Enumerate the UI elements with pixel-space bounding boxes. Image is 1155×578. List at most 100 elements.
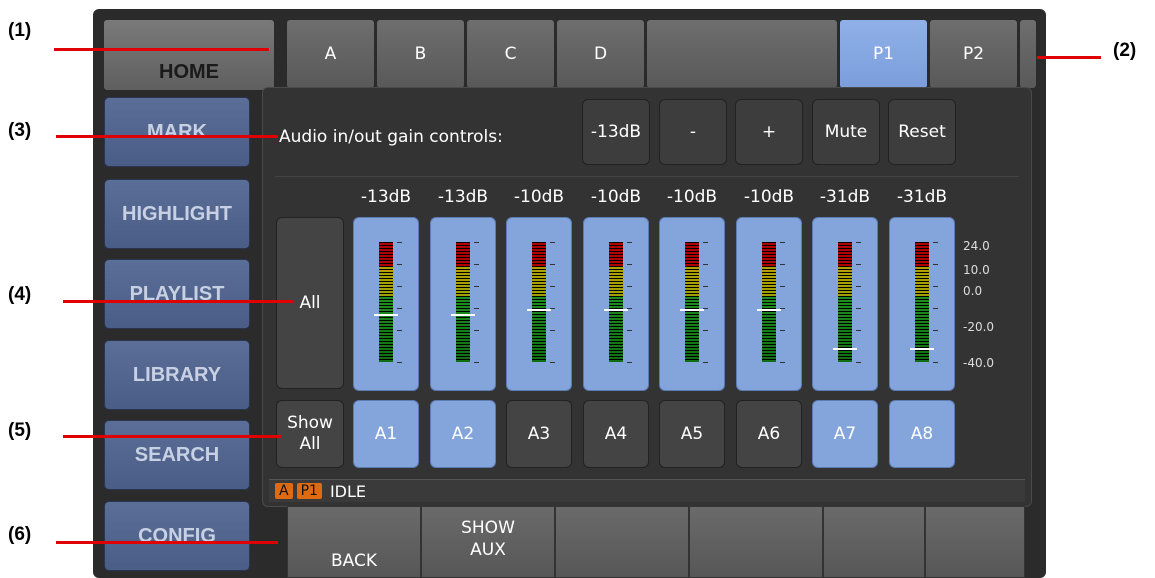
meter-bar (532, 242, 546, 362)
meter-tick (933, 264, 938, 265)
channel-button-a1[interactable]: A1 (353, 400, 419, 468)
show-aux-button[interactable]: SHOW AUX (421, 506, 555, 578)
footer-empty-2 (689, 506, 823, 578)
footer-empty-1 (555, 506, 689, 578)
meter-tick (474, 242, 479, 243)
meter-tick (474, 264, 479, 265)
show-all-line2: All (299, 434, 321, 454)
callout-3: (3) (8, 120, 32, 141)
meter-bar (762, 242, 776, 362)
sidebar-item-playlist[interactable]: PLAYLIST (104, 259, 250, 329)
mute-button[interactable]: Mute (812, 99, 880, 165)
reset-button[interactable]: Reset (888, 99, 956, 165)
meter-tick (397, 264, 402, 265)
all-channels-button[interactable]: All (276, 217, 344, 389)
meter-tick (856, 330, 861, 331)
show-all-button[interactable]: Show All (276, 400, 344, 468)
status-badge-a: A (275, 483, 293, 499)
meter-tick (703, 362, 708, 363)
meter-tick (550, 330, 555, 331)
callout-4: (4) (8, 284, 32, 305)
channel-button-a5[interactable]: A5 (659, 400, 725, 468)
gain-controls-label: Audio in/out gain controls: (279, 127, 503, 147)
meter-tick (474, 362, 479, 363)
meter-tick (780, 286, 785, 287)
meter-bar (915, 242, 929, 362)
meter-a1[interactable] (353, 217, 419, 391)
meter-tick (627, 286, 632, 287)
meter-tick (780, 330, 785, 331)
status-badge-p1: P1 (296, 483, 322, 499)
meter-a2[interactable] (430, 217, 496, 391)
meter-tick (550, 362, 555, 363)
audio-panel: Audio in/out gain controls: -13dB - + Mu… (262, 87, 1032, 507)
channel-button-a2[interactable]: A2 (430, 400, 496, 468)
meter-tick (780, 242, 785, 243)
channel-button-a8[interactable]: A8 (889, 400, 955, 468)
callout-line-1 (54, 48, 269, 51)
meter-a3[interactable] (506, 217, 572, 391)
tab-a[interactable]: A (286, 19, 375, 89)
meter-tick (397, 362, 402, 363)
sidebar-item-config[interactable]: CONFIG (104, 501, 250, 571)
meter-tick (856, 362, 861, 363)
scale-24: 24.0 (963, 239, 990, 253)
back-button[interactable]: BACK (287, 506, 421, 578)
show-all-line1: Show (287, 413, 333, 433)
channel-button-a3[interactable]: A3 (506, 400, 572, 468)
meter-tick (933, 242, 938, 243)
meter-tick (703, 286, 708, 287)
callout-line-5 (63, 435, 281, 438)
tab-home[interactable]: HOME (103, 19, 275, 91)
meter-tick (856, 286, 861, 287)
meter-tick (474, 308, 479, 309)
meter-a6[interactable] (736, 217, 802, 391)
meter-tick (780, 264, 785, 265)
meter-tick (703, 330, 708, 331)
meter-bar (609, 242, 623, 362)
sidebar-item-search[interactable]: SEARCH (104, 420, 250, 490)
channel-button-a6[interactable]: A6 (736, 400, 802, 468)
tab-empty (646, 19, 838, 89)
meter-a8[interactable] (889, 217, 955, 391)
gain-label-a5: -10dB (666, 187, 718, 207)
tab-b[interactable]: B (376, 19, 465, 89)
meter-tick (397, 308, 402, 309)
sidebar-item-library[interactable]: LIBRARY (104, 340, 250, 410)
meter-tick (856, 264, 861, 265)
meter-tick (397, 242, 402, 243)
tab-d[interactable]: D (556, 19, 645, 89)
meter-a5[interactable] (659, 217, 725, 391)
tab-c[interactable]: C (466, 19, 555, 89)
footer-empty-3 (823, 506, 925, 578)
meter-level-marker (757, 309, 781, 311)
meter-a7[interactable] (812, 217, 878, 391)
gain-value-button[interactable]: -13dB (582, 99, 650, 165)
sidebar-item-highlight[interactable]: HIGHLIGHT (104, 179, 250, 249)
channel-button-a7[interactable]: A7 (812, 400, 878, 468)
scale-10: 10.0 (963, 263, 990, 277)
tab-p1[interactable]: P1 (839, 19, 928, 89)
meter-a4[interactable] (583, 217, 649, 391)
meter-tick (933, 362, 938, 363)
gain-minus-button[interactable]: - (659, 99, 727, 165)
gain-label-a2: -13dB (437, 187, 489, 207)
meter-tick (397, 330, 402, 331)
meter-bar (838, 242, 852, 362)
callout-line-4 (63, 300, 293, 303)
callout-line-3 (56, 135, 278, 138)
tab-p2[interactable]: P2 (929, 19, 1018, 89)
callout-5: (5) (8, 420, 32, 441)
channel-button-a4[interactable]: A4 (583, 400, 649, 468)
status-bar: A P1 IDLE (269, 479, 1025, 502)
meter-tick (703, 264, 708, 265)
callout-line-2 (1037, 56, 1101, 59)
footer-empty-4 (925, 506, 1025, 578)
sidebar-item-mark[interactable]: MARK (104, 97, 250, 167)
meter-tick (856, 242, 861, 243)
scale-minus-40: -40.0 (963, 356, 995, 370)
meter-tick (933, 330, 938, 331)
meter-tick (550, 286, 555, 287)
gain-plus-button[interactable]: + (735, 99, 803, 165)
meter-level-marker (833, 348, 857, 350)
